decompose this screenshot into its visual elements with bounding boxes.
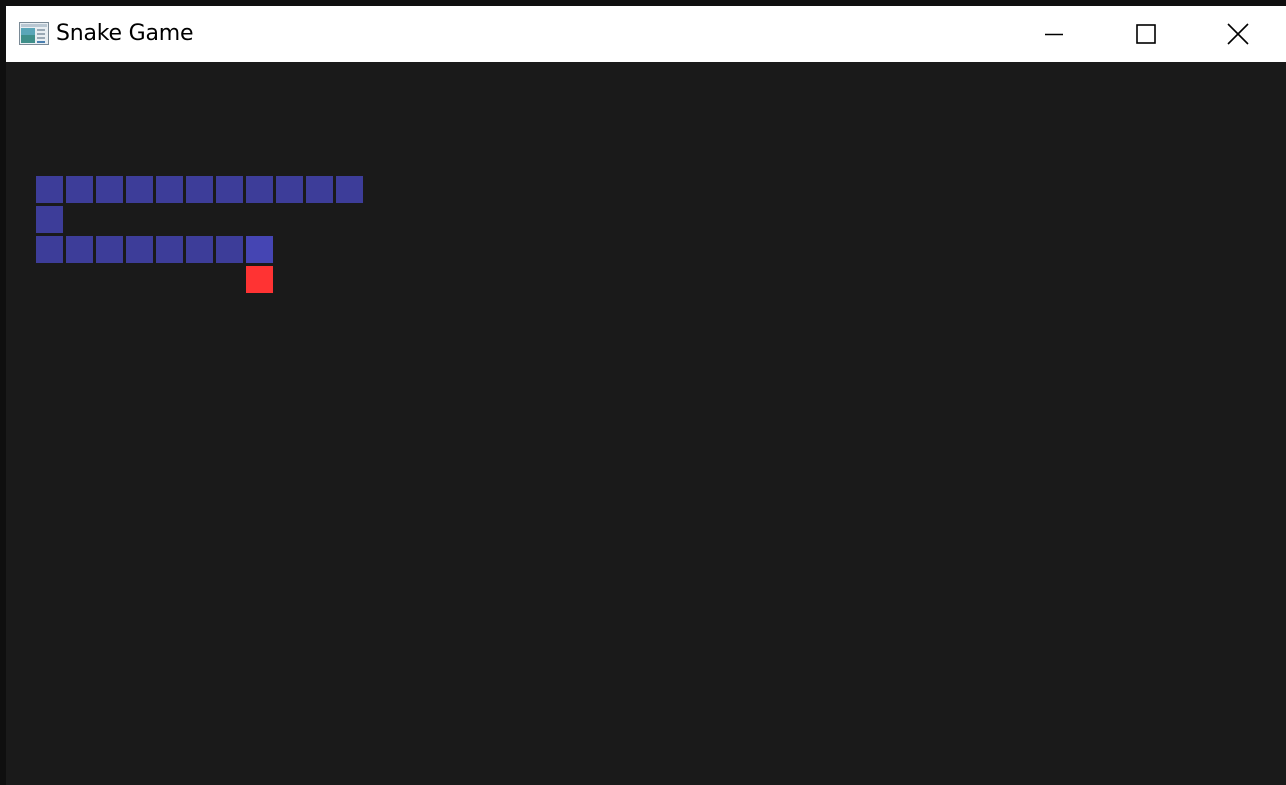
snake-segment — [186, 236, 213, 263]
game-window: Snake Game — [6, 6, 1286, 785]
snake-segment — [126, 176, 153, 203]
snake-head — [246, 236, 273, 263]
snake-segment — [246, 176, 273, 203]
maximize-button[interactable] — [1100, 6, 1192, 62]
snake-segment — [96, 236, 123, 263]
close-button[interactable] — [1192, 6, 1284, 62]
snake-segment — [36, 176, 63, 203]
maximize-icon — [1136, 24, 1156, 44]
close-icon — [1227, 23, 1249, 45]
snake-segment — [216, 236, 243, 263]
food-pellet — [246, 266, 273, 293]
app-window-icon — [19, 22, 49, 45]
snake-segment — [276, 176, 303, 203]
snake-segment — [66, 176, 93, 203]
snake-segment — [36, 236, 63, 263]
snake-segment — [36, 206, 63, 233]
snake-segment — [156, 176, 183, 203]
minimize-icon — [1044, 24, 1064, 44]
game-board[interactable] — [6, 62, 1286, 785]
minimize-button[interactable] — [1008, 6, 1100, 62]
title-bar[interactable]: Snake Game — [6, 6, 1286, 62]
snake-segment — [66, 236, 93, 263]
snake-segment — [186, 176, 213, 203]
snake-segment — [216, 176, 243, 203]
window-title: Snake Game — [56, 21, 194, 46]
snake-segment — [336, 176, 363, 203]
snake-segment — [126, 236, 153, 263]
snake-segment — [156, 236, 183, 263]
snake-segment — [96, 176, 123, 203]
snake-segment — [306, 176, 333, 203]
